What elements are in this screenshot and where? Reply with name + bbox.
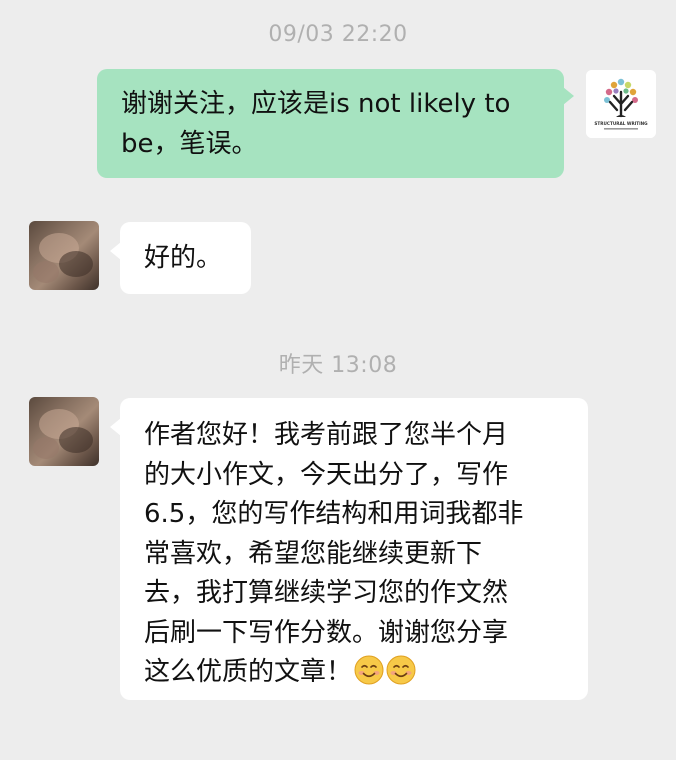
message-text-line: 作者您好！我考前跟了您半个月 (144, 420, 509, 450)
message-text: 这么优质的文章！ (144, 657, 353, 687)
message-text-line: 常喜欢，希望您能继续更新下 (144, 538, 483, 569)
tree-logo-icon: STRUCTURAL WRITING (586, 70, 656, 138)
message-text-line: 好的。 (144, 243, 223, 273)
timestamp: 昨天 13:08 (278, 353, 398, 378)
message-text-line: 后刷一下写作分数。谢谢您分享 (144, 617, 509, 648)
message-text-line: be，笔误。 (121, 129, 258, 159)
timestamp: 09/03 22:20 (268, 22, 408, 47)
message-text-line-last: 这么优质的文章！ (144, 653, 570, 693)
smiling-face-icon (386, 655, 416, 685)
message-bubble-other[interactable]: 好的。 (110, 222, 251, 294)
self-avatar[interactable]: STRUCTURAL WRITING (586, 70, 656, 138)
message-text-line: 去，我打算继续学习您的作文然 (144, 578, 509, 608)
contact-avatar[interactable] (29, 397, 99, 466)
smiling-face-icon (354, 655, 384, 685)
message-text-line: 的大小作文，今天出分了，写作 (144, 459, 509, 490)
logo-text: STRUCTURAL WRITING (594, 121, 648, 126)
message-text-line: 6.5，您的写作结构和用词我都非 (144, 499, 524, 529)
message-text-line: 谢谢关注，应该是is not likely to (121, 89, 511, 119)
message-bubble-other[interactable]: 作者您好！我考前跟了您半个月 的大小作文，今天出分了，写作 6.5，您的写作结构… (110, 398, 588, 700)
contact-avatar[interactable] (29, 221, 99, 290)
message-bubble-self[interactable]: 谢谢关注，应该是is not likely to be，笔误。 (97, 69, 574, 178)
